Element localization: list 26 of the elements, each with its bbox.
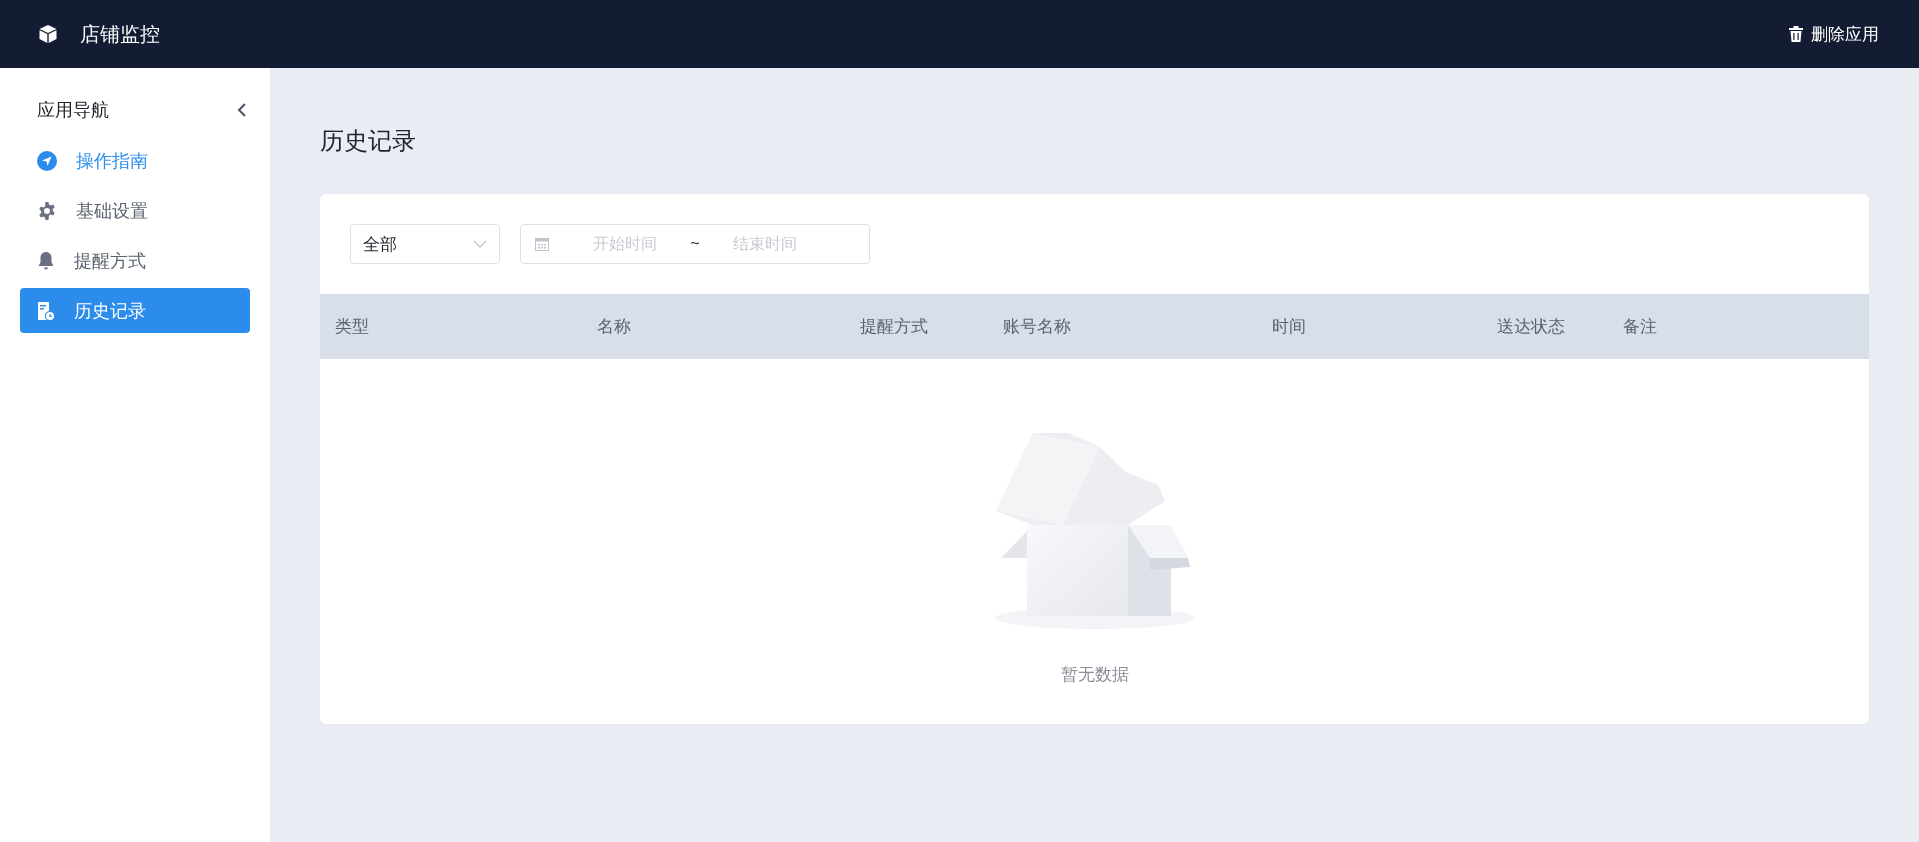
cube-icon — [38, 24, 58, 44]
paper-plane-icon — [37, 150, 57, 171]
trash-icon — [1789, 26, 1803, 42]
column-header: 时间 — [1272, 316, 1307, 338]
chevron-down-icon — [473, 240, 487, 248]
column-header: 类型 — [335, 316, 370, 338]
sidebar-item[interactable]: 历史记录 — [20, 288, 250, 333]
gear-icon — [37, 200, 57, 221]
calendar-icon — [535, 237, 549, 251]
document-clock-icon — [37, 300, 55, 321]
column-header: 名称 — [597, 316, 632, 338]
sidebar-item[interactable]: 提醒方式 — [20, 238, 250, 283]
column-header: 备注 — [1623, 316, 1658, 338]
column-header: 提醒方式 — [860, 316, 929, 338]
sidebar-item[interactable]: 基础设置 — [20, 188, 250, 233]
sidebar-item[interactable]: 操作指南 — [20, 138, 250, 183]
delete-app-button[interactable]: 删除应用 — [1789, 22, 1879, 46]
empty-text: 暂无数据 — [1060, 664, 1129, 686]
bell-icon — [37, 250, 55, 271]
column-header: 账号名称 — [1003, 316, 1072, 338]
page-title: 历史记录 — [320, 126, 417, 156]
range-separator: ~ — [689, 235, 701, 253]
app-title: 店铺监控 — [80, 21, 160, 47]
sidebar-title: 应用导航 — [37, 99, 109, 122]
type-select[interactable]: 全部 — [350, 224, 500, 264]
column-header: 送达状态 — [1497, 316, 1566, 338]
